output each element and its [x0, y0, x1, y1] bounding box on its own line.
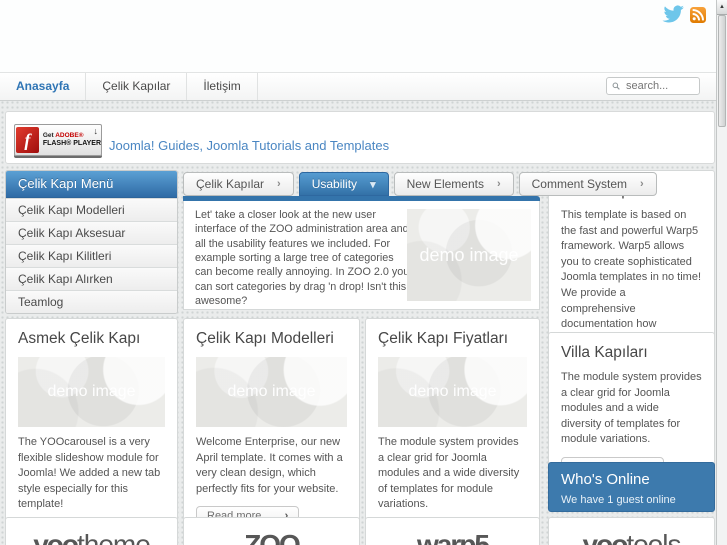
- page: Anasayfa Çelik Kapılar İletişim f Get AD…: [0, 0, 727, 545]
- card-text: The YOOcarousel is a very flexible slide…: [18, 436, 161, 511]
- flash-badge-text: Get ADOBE® FLASH® PLAYER: [42, 132, 101, 147]
- tab-new-elements[interactable]: New Elements ›: [393, 172, 514, 196]
- card-text: Welcome Enterprise, our new April templa…: [196, 436, 343, 495]
- download-arrow-icon: ↓: [93, 126, 99, 136]
- whos-online-text: We have 1 guest online: [561, 494, 676, 506]
- celik-kapi-fiyatlari-card: Çelik Kapı Fiyatları demo image The modu…: [365, 318, 540, 545]
- card-title: Çelik Kapı Modelleri: [196, 330, 334, 347]
- celik-kapi-modelleri-card: Çelik Kapı Modelleri demo image Welcome …: [183, 318, 360, 539]
- nav-item-anasayfa[interactable]: Anasayfa: [0, 73, 87, 100]
- footer-box-yootheme: yootheme: [5, 517, 178, 545]
- card-title: Asmek Çelik Kapı: [18, 330, 141, 347]
- site-header: [0, 0, 716, 72]
- demo-image: demo image: [378, 357, 527, 427]
- sidebar-item-alirken[interactable]: Çelik Kapı Alırken: [6, 267, 177, 290]
- sidebar-item-aksesuar[interactable]: Çelik Kapı Aksesuar: [6, 221, 177, 244]
- demo-image: demo image: [407, 209, 531, 301]
- scrollbar-thumb[interactable]: [718, 15, 726, 127]
- footer-box-warp5: warp5: [365, 517, 540, 545]
- sidebar-item-kilitleri[interactable]: Çelik Kapı Kilitleri: [6, 244, 177, 267]
- usability-tab-panel: Let' take a closer look at the new user …: [183, 201, 540, 310]
- sidebar-menu: Çelik Kapı Menü Çelik Kapı Modelleri Çel…: [5, 170, 178, 314]
- main-navbar: Anasayfa Çelik Kapılar İletişim: [0, 72, 716, 101]
- search-input[interactable]: [624, 79, 694, 93]
- demo-image-label: demo image: [47, 383, 136, 400]
- search-box[interactable]: [606, 77, 700, 95]
- whos-online-box: Who's Online We have 1 guest online: [548, 462, 715, 512]
- card-title: Çelik Kapı Fiyatları: [378, 330, 509, 347]
- tab-label: Comment System: [531, 177, 627, 191]
- tab-panel-text: Let' take a closer look at the new user …: [195, 209, 410, 308]
- tab-label: Usability: [311, 177, 358, 191]
- demo-image-label: demo image: [408, 383, 497, 400]
- twitter-icon[interactable]: [662, 5, 685, 24]
- demo-image: demo image: [196, 357, 347, 427]
- footer-box-yootools: yootools: [548, 517, 715, 545]
- nav-item-iletisim[interactable]: İletişim: [187, 73, 258, 100]
- tab-celik-kapilar[interactable]: Çelik Kapılar ›: [183, 172, 294, 196]
- tab-usability[interactable]: Usability ▾: [298, 172, 389, 196]
- scroll-up-button[interactable]: ▲: [717, 0, 727, 15]
- demo-image-label: demo image: [419, 244, 519, 265]
- caret-down-icon: ▾: [370, 178, 376, 191]
- tab-comment-system[interactable]: Comment System ›: [518, 172, 657, 196]
- footer-box-zoo: ZOO: [183, 517, 360, 545]
- zoo-logo[interactable]: ZOO: [244, 531, 301, 545]
- demo-image-label: demo image: [227, 383, 316, 400]
- sidebar-menu-title: Çelik Kapı Menü: [6, 171, 177, 198]
- card-title: Villa Kapıları: [561, 344, 648, 361]
- sidebar-item-teamlog[interactable]: Teamlog: [6, 290, 177, 313]
- scrollbar[interactable]: ▲: [716, 0, 727, 545]
- warp5-logo[interactable]: warp5: [417, 531, 490, 545]
- card-text: This template is based on the fast and p…: [561, 209, 702, 346]
- content-tabs: Çelik Kapılar › Usability ▾ New Elements…: [183, 172, 657, 196]
- nav-item-celik-kapilar[interactable]: Çelik Kapılar: [86, 73, 188, 100]
- banner-panel: f Get ADOBE® FLASH® PLAYER ↓ Joomla! Gui…: [5, 111, 715, 164]
- chevron-right-icon: ›: [640, 178, 644, 190]
- chevron-right-icon: ›: [277, 178, 281, 190]
- scroll-up-arrow-icon: ▲: [719, 4, 725, 10]
- flash-logo-icon: f: [16, 127, 39, 153]
- card-text: The module system provides a clear grid …: [561, 371, 702, 446]
- asmek-celik-kapi-card: Asmek Çelik Kapı demo image The YOOcarou…: [5, 318, 178, 545]
- banner-link[interactable]: Joomla! Guides, Joomla Tutorials and Tem…: [109, 138, 389, 153]
- flash-player-badge[interactable]: f Get ADOBE® FLASH® PLAYER ↓: [14, 124, 102, 156]
- social-links: [662, 5, 706, 24]
- tab-label: Çelik Kapılar: [196, 177, 265, 191]
- sidebar-item-modelleri[interactable]: Çelik Kapı Modelleri: [6, 198, 177, 221]
- yootools-logo[interactable]: yootools: [583, 531, 682, 545]
- whos-online-title: Who's Online: [561, 471, 650, 488]
- card-text: The module system provides a clear grid …: [378, 436, 520, 511]
- search-icon: [612, 82, 620, 90]
- chevron-right-icon: ›: [496, 178, 501, 190]
- yootheme-logo[interactable]: yootheme: [33, 531, 151, 545]
- active-tab-underline: [183, 196, 540, 201]
- tab-label: New Elements: [406, 177, 484, 191]
- demo-image: demo image: [18, 357, 165, 427]
- rss-icon[interactable]: [690, 6, 706, 23]
